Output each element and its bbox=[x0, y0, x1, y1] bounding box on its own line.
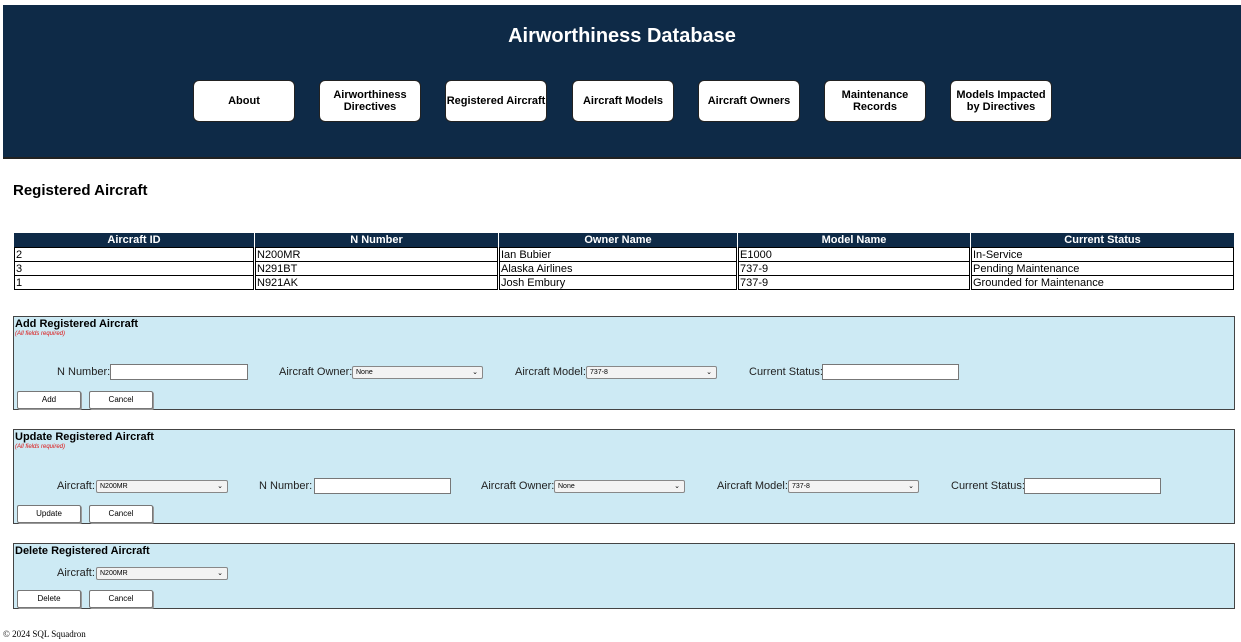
cell-model-name: E1000 bbox=[738, 247, 970, 262]
cell-current-status: Grounded for Maintenance bbox=[971, 276, 1234, 290]
delete-aircraft-panel: Delete Registered Aircraft Aircraft: N20… bbox=[13, 543, 1235, 609]
aircraft-model-value: 737-8 bbox=[792, 483, 810, 490]
column-header-owner-name: Owner Name bbox=[499, 233, 737, 247]
chevron-down-icon: ⌄ bbox=[217, 570, 223, 577]
table-row: 1 N921AK Josh Embury 737-9 Grounded for … bbox=[14, 276, 1234, 290]
nav-aircraft-models[interactable]: Aircraft Models bbox=[572, 80, 674, 122]
current-status-label: Current Status: bbox=[749, 366, 823, 378]
cell-model-name: 737-9 bbox=[738, 276, 970, 290]
chevron-down-icon: ⌄ bbox=[706, 369, 712, 376]
page-title: Registered Aircraft bbox=[13, 182, 148, 199]
current-status-label: Current Status: bbox=[951, 480, 1025, 492]
nav-models-impacted[interactable]: Models Impacted by Directives bbox=[950, 80, 1052, 122]
nav-maintenance-records[interactable]: Maintenance Records bbox=[824, 80, 926, 122]
n-number-input[interactable] bbox=[314, 478, 451, 494]
nav-about[interactable]: About bbox=[193, 80, 295, 122]
chevron-down-icon: ⌄ bbox=[217, 483, 223, 490]
nav-airworthiness-directives[interactable]: Airworthiness Directives bbox=[319, 80, 421, 122]
cell-owner-name: Josh Embury bbox=[499, 276, 737, 290]
aircraft-owner-label: Aircraft Owner: bbox=[481, 480, 555, 492]
nav-aircraft-owners[interactable]: Aircraft Owners bbox=[698, 80, 800, 122]
aircraft-value: N200MR bbox=[100, 483, 128, 490]
aircraft-model-label: Aircraft Model: bbox=[515, 366, 586, 378]
cell-aircraft-id: 1 bbox=[14, 276, 254, 290]
column-header-n-number: N Number bbox=[255, 233, 498, 247]
site-title: Airworthiness Database bbox=[508, 25, 736, 47]
cell-owner-name: Ian Bubier bbox=[499, 247, 737, 262]
aircraft-model-label: Aircraft Model: bbox=[717, 480, 788, 492]
aircraft-select[interactable]: N200MR ⌄ bbox=[96, 567, 228, 580]
column-header-model-name: Model Name bbox=[738, 233, 970, 247]
chevron-down-icon: ⌄ bbox=[472, 369, 478, 376]
aircraft-owner-value: None bbox=[558, 483, 575, 490]
current-status-input[interactable] bbox=[822, 364, 959, 380]
cancel-button[interactable]: Cancel bbox=[89, 505, 153, 523]
chevron-down-icon: ⌄ bbox=[674, 483, 680, 490]
aircraft-model-select[interactable]: 737-8 ⌄ bbox=[586, 366, 717, 379]
site-header: Airworthiness Database About Airworthine… bbox=[3, 5, 1241, 159]
aircraft-select[interactable]: N200MR ⌄ bbox=[96, 480, 228, 493]
table-row: 2 N200MR Ian Bubier E1000 In-Service bbox=[14, 247, 1234, 262]
aircraft-model-select[interactable]: 737-8 ⌄ bbox=[788, 480, 919, 493]
aircraft-owner-select[interactable]: None ⌄ bbox=[352, 366, 483, 379]
nav-registered-aircraft[interactable]: Registered Aircraft bbox=[445, 80, 547, 122]
table-row: 3 N291BT Alaska Airlines 737-9 Pending M… bbox=[14, 262, 1234, 276]
update-aircraft-panel: Update Registered Aircraft (All fields r… bbox=[13, 429, 1235, 524]
add-panel-title: Add Registered Aircraft bbox=[15, 318, 139, 330]
current-status-input[interactable] bbox=[1024, 478, 1161, 494]
cell-aircraft-id: 2 bbox=[14, 247, 254, 262]
cancel-button[interactable]: Cancel bbox=[89, 590, 153, 608]
n-number-label: N Number: bbox=[259, 480, 313, 492]
cell-model-name: 737-9 bbox=[738, 262, 970, 276]
aircraft-owner-value: None bbox=[356, 369, 373, 376]
required-note: (All fields required) bbox=[15, 331, 66, 337]
n-number-input[interactable] bbox=[110, 364, 248, 380]
delete-panel-title: Delete Registered Aircraft bbox=[15, 545, 150, 557]
n-number-label: N Number: bbox=[57, 366, 111, 378]
update-button[interactable]: Update bbox=[17, 505, 81, 523]
cell-aircraft-id: 3 bbox=[14, 262, 254, 276]
aircraft-owner-label: Aircraft Owner: bbox=[279, 366, 353, 378]
cell-owner-name: Alaska Airlines bbox=[499, 262, 737, 276]
aircraft-model-value: 737-8 bbox=[590, 369, 608, 376]
cell-n-number: N921AK bbox=[255, 276, 498, 290]
column-header-current-status: Current Status bbox=[971, 233, 1234, 247]
cell-n-number: N200MR bbox=[255, 247, 498, 262]
aircraft-owner-select[interactable]: None ⌄ bbox=[554, 480, 685, 493]
column-header-aircraft-id: Aircraft ID bbox=[14, 233, 254, 247]
aircraft-value: N200MR bbox=[100, 570, 128, 577]
cancel-button[interactable]: Cancel bbox=[89, 391, 153, 409]
required-note: (All fields required) bbox=[15, 444, 66, 450]
add-button[interactable]: Add bbox=[17, 391, 81, 409]
cell-n-number: N291BT bbox=[255, 262, 498, 276]
cell-current-status: In-Service bbox=[971, 247, 1234, 262]
aircraft-label: Aircraft: bbox=[57, 567, 95, 579]
delete-button[interactable]: Delete bbox=[17, 590, 81, 608]
aircraft-label: Aircraft: bbox=[57, 480, 95, 492]
add-aircraft-panel: Add Registered Aircraft (All fields requ… bbox=[13, 316, 1235, 410]
footer-copyright: © 2024 SQL Squadron bbox=[3, 629, 86, 639]
cell-current-status: Pending Maintenance bbox=[971, 262, 1234, 276]
chevron-down-icon: ⌄ bbox=[908, 483, 914, 490]
update-panel-title: Update Registered Aircraft bbox=[15, 431, 154, 443]
aircraft-table: Aircraft ID N Number Owner Name Model Na… bbox=[13, 233, 1235, 290]
